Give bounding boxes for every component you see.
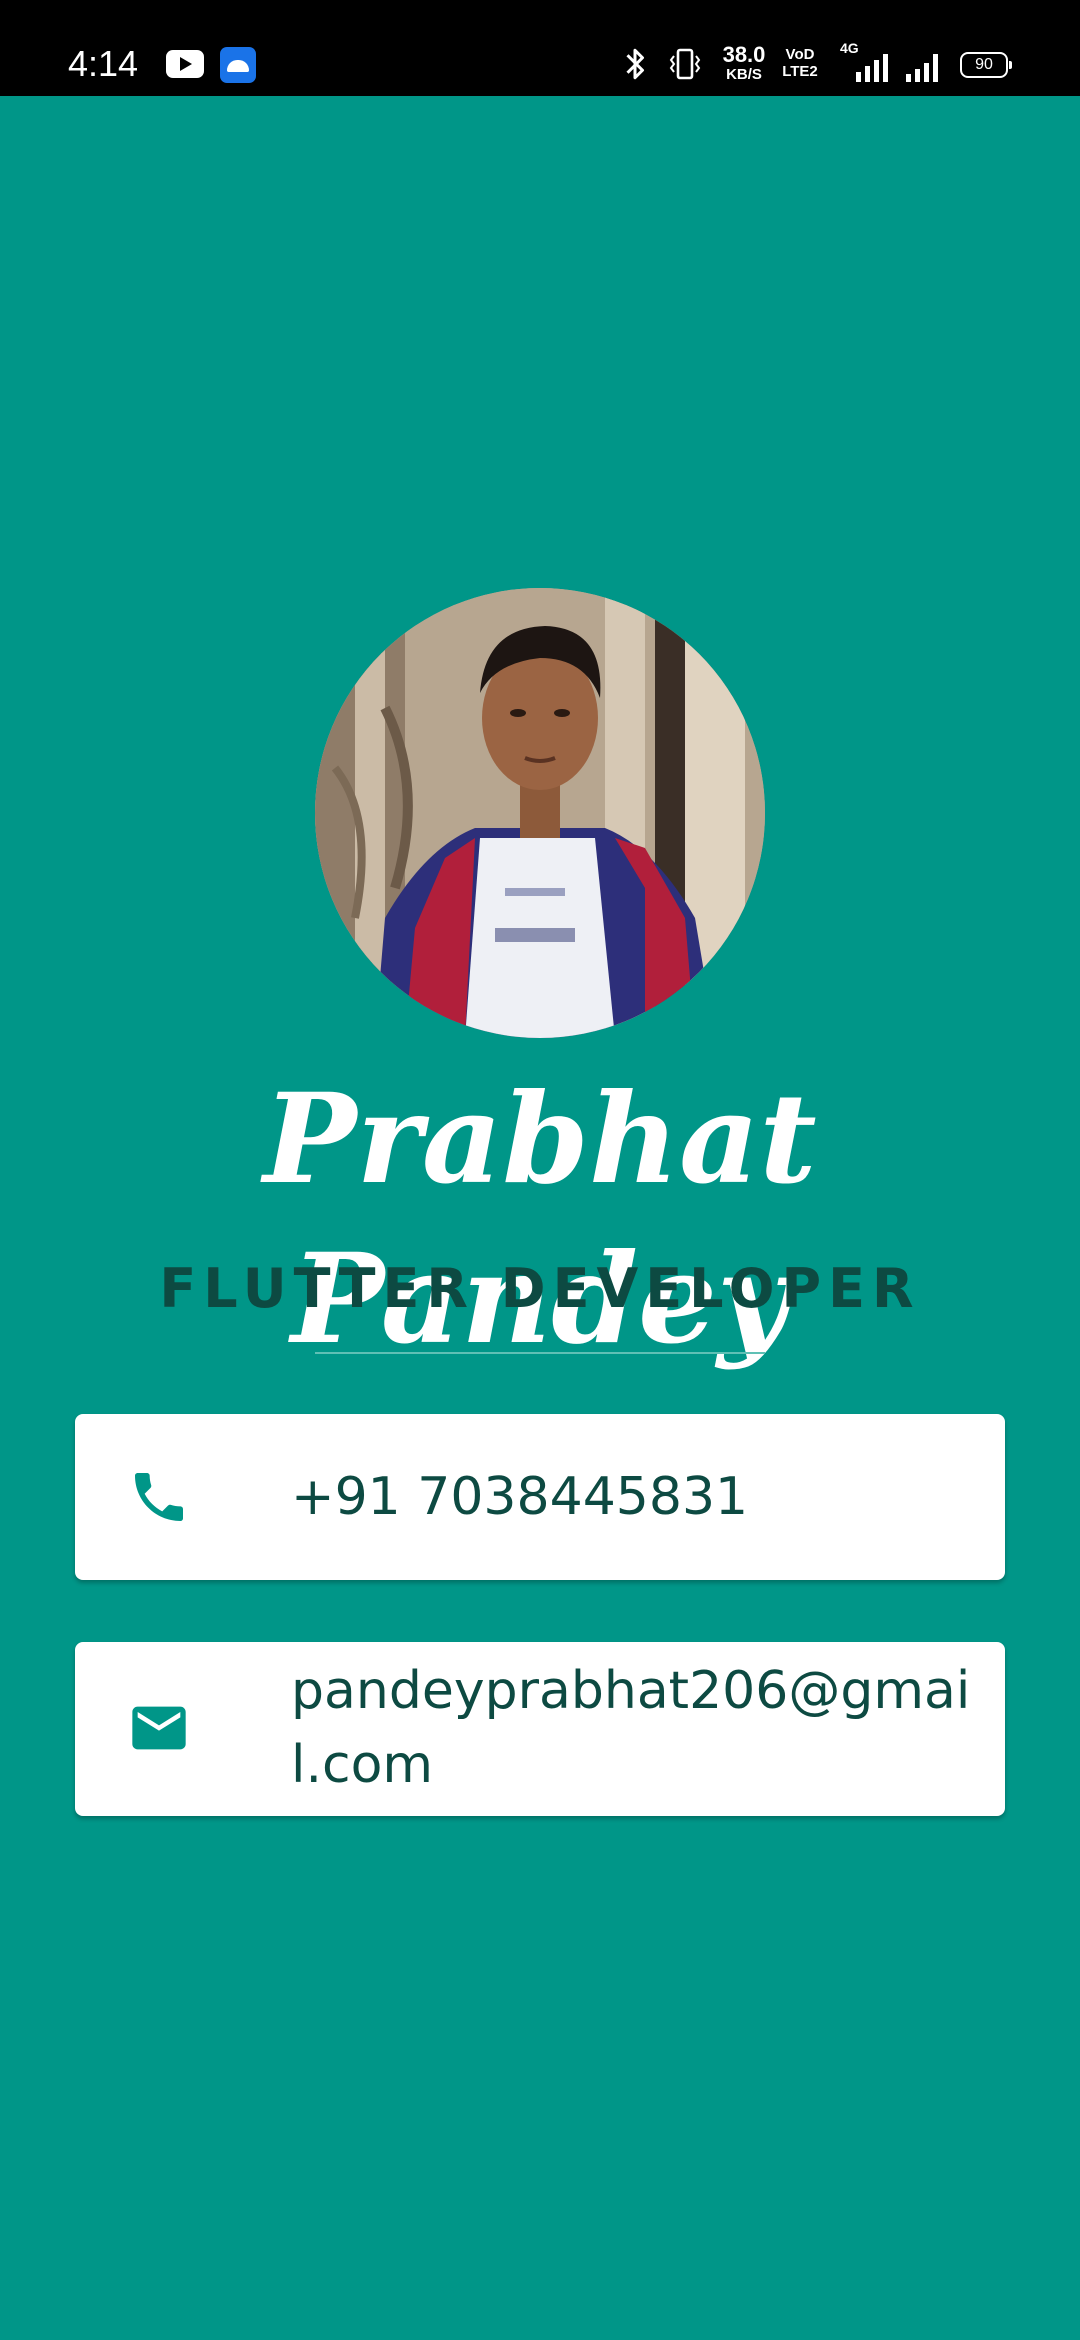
email-address: pandeyprabhat206@gmail.com: [291, 1661, 971, 1795]
profile-photo-image: [315, 588, 765, 1038]
mail-icon: [132, 1706, 186, 1750]
phone-card[interactable]: +91 7038445831: [75, 1414, 1005, 1580]
phone-icon: [135, 1473, 183, 1521]
signal-icon-sim2: [906, 54, 938, 82]
volte-line1: VoD: [785, 46, 815, 63]
status-bar: 4:14 38.0 KB/S VoD LTE2 4G 90: [0, 0, 1080, 96]
vibrate-icon: [669, 48, 701, 80]
status-time: 4:14: [68, 43, 139, 84]
profile-photo: [315, 588, 765, 1038]
bluetooth-icon: [626, 48, 644, 80]
network-speed-unit: KB/S: [726, 66, 762, 83]
volte-indicator: VoD LTE2: [780, 46, 820, 80]
battery-level: 90: [975, 56, 993, 73]
android-icon: [220, 47, 256, 83]
signal-icon: 4G: [840, 40, 890, 84]
youtube-icon: [166, 50, 204, 78]
profile-title: FLUTTER DEVELOPER: [159, 1257, 921, 1320]
network-speed: 38.0 KB/S: [716, 42, 772, 83]
volte-line2: LTE2: [782, 63, 818, 80]
battery-icon: 90: [960, 52, 1012, 78]
profile-name: Prabhat Pandey: [263, 1067, 817, 1372]
divider: [315, 1352, 765, 1354]
email-card[interactable]: pandeyprabhat206@gmail.com: [75, 1642, 1005, 1816]
network-speed-value: 38.0: [722, 42, 766, 67]
phone-number: +91 7038445831: [291, 1467, 749, 1527]
